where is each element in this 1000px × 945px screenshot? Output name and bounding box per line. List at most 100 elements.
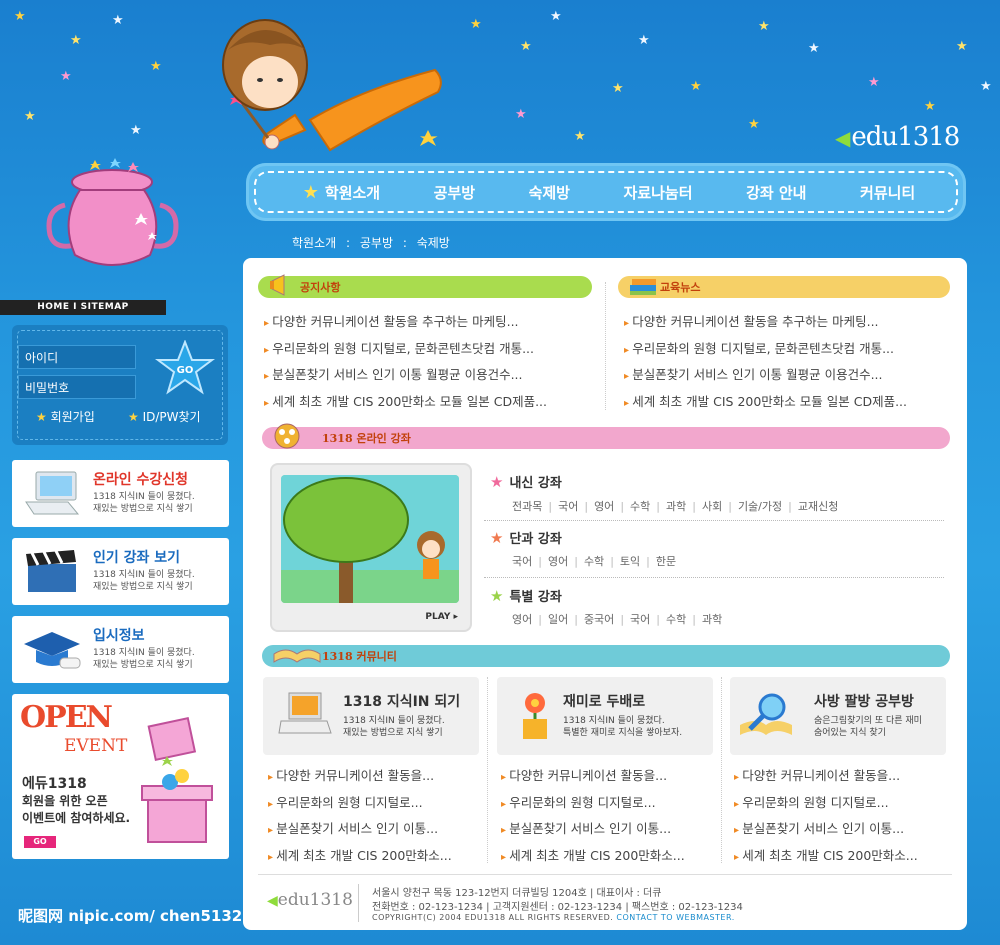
breadcrumb: 학원소개 : 공부방 : 숙제방 (292, 236, 450, 250)
course-category-title[interactable]: ★ 단과 강좌 (490, 528, 562, 547)
course-subject-link[interactable]: 한문 (656, 555, 676, 568)
list-item[interactable]: 분실폰찾기 서비스 인기 이통... (268, 817, 452, 844)
course-subject-link[interactable]: 과학 (702, 613, 722, 626)
list-item[interactable]: 우리문화의 원형 디지털로, 문화콘텐츠닷컴 개통... (624, 337, 907, 364)
site-logo[interactable]: ◀edu1318 (835, 122, 960, 152)
list-item[interactable]: 다양한 커뮤니케이션 활동을... (501, 764, 685, 791)
community-section-header[interactable]: 1318 커뮤니티 (262, 645, 950, 667)
list-item[interactable]: 세계 최초 개발 CIS 200만화소 모듈 일본 CD제품... (264, 390, 547, 417)
community-card[interactable]: 사방 팔방 공부방 숨은그림찾기의 또 다른 재미 숨어있는 지식 찾기 (730, 677, 946, 755)
main-navigation: ★ 학원소개 공부방 숙제방 자료나눔터 강좌 안내 커뮤니티 (246, 163, 966, 221)
open-event-banner[interactable]: OPEN EVENT 에듀1318 회원을 위한 오픈 이벤트에 참여하세요. … (12, 694, 229, 859)
course-subject-link[interactable]: 수학 (584, 555, 604, 568)
list-item[interactable]: 다양한 커뮤니케이션 활동을... (734, 764, 918, 791)
nav-item-homework[interactable]: 숙제방 (529, 182, 570, 203)
course-subject-link[interactable]: 영어 (512, 613, 532, 626)
flying-girl-illustration (222, 19, 442, 152)
magnifier-icon (740, 693, 792, 735)
id-field[interactable]: 아이디 (18, 345, 136, 369)
video-player[interactable]: PLAY ▸ (270, 463, 472, 632)
course-category-title[interactable]: ★ 특별 강좌 (490, 586, 562, 605)
list-item[interactable]: 우리문화의 원형 디지털로... (501, 791, 685, 818)
breadcrumb-item[interactable]: 공부방 (360, 236, 393, 250)
graduation-cap-icon (24, 632, 81, 669)
notice-section-header[interactable]: 공지사항 (258, 274, 592, 298)
course-subject-link[interactable]: 토익 (620, 555, 640, 568)
join-link[interactable]: ★ 회원가입 (36, 408, 95, 425)
list-item[interactable]: 분실폰찾기 서비스 인기 이통 월평균 이용건수... (264, 363, 547, 390)
news-list: 다양한 커뮤니케이션 활동을 추구하는 마케팅... 우리문화의 원형 디지털로… (624, 310, 907, 416)
nav-item-study-room[interactable]: 공부방 (434, 182, 475, 203)
news-section-header[interactable]: 교육뉴스 (618, 276, 950, 298)
separator: | (538, 555, 542, 568)
find-id-pw-link[interactable]: ★ ID/PW찾기 (128, 408, 201, 425)
go-login-button[interactable]: GO (155, 340, 215, 395)
community-card[interactable]: 재미로 두배로 1318 지식IN 들이 뭉쳤다. 특별한 재미로 지식을 쌓아보… (497, 677, 713, 755)
separator: | (646, 555, 650, 568)
list-item[interactable]: 분실폰찾기 서비스 인기 이통... (501, 817, 685, 844)
play-button[interactable]: PLAY ▸ (425, 612, 458, 622)
course-subject-link[interactable]: 과학 (666, 500, 686, 513)
course-subject-link[interactable]: 국어 (512, 555, 532, 568)
course-subject-link[interactable]: 국어 (558, 500, 578, 513)
footer-address: 서울시 양천구 목동 123-12번지 더큐빌딩 1204호 | 대표이사 : … (372, 888, 662, 899)
course-subject-link[interactable]: 기술/가정 (738, 500, 782, 513)
course-subject-link[interactable]: 국어 (630, 613, 650, 626)
list-item[interactable]: 세계 최초 개발 CIS 200만화소... (501, 844, 685, 871)
online-course-section-header[interactable]: 1318 온라인 강좌 (262, 423, 950, 449)
column-divider (721, 677, 722, 863)
community-list: 다양한 커뮤니케이션 활동을... 우리문화의 원형 디지털로... 분실폰찾기… (501, 764, 685, 870)
list-item[interactable]: 다양한 커뮤니케이션 활동을 추구하는 마케팅... (624, 310, 907, 337)
course-subject-link[interactable]: 중국어 (584, 613, 614, 626)
separator: | (692, 500, 696, 513)
popular-courses-card[interactable]: 인기 강좌 보기 1318 지식IN 들이 뭉쳤다. 재있는 방법으로 지식 쌓기 (12, 538, 229, 605)
list-item[interactable]: 분실폰찾기 서비스 인기 이통 월평균 이용건수... (624, 363, 907, 390)
course-subject-link[interactable]: 영어 (594, 500, 614, 513)
password-field[interactable]: 비밀번호 (18, 375, 136, 399)
notice-list: 다양한 커뮤니케이션 활동을 추구하는 마케팅... 우리문화의 원형 디지털로… (264, 310, 547, 416)
course-subject-link[interactable]: 수학 (630, 500, 650, 513)
nav-item-community[interactable]: 커뮤니티 (860, 182, 915, 203)
course-subject-link[interactable]: 교재신청 (798, 500, 838, 513)
list-item[interactable]: 다양한 커뮤니케이션 활동을 추구하는 마케팅... (264, 310, 547, 337)
list-item[interactable]: 분실폰찾기 서비스 인기 이통... (734, 817, 918, 844)
list-item[interactable]: 세계 최초 개발 CIS 200만화소 모듈 일본 CD제품... (624, 390, 907, 417)
course-subjects: 영어 | 일어 | 중국어 | 국어 | 수학 | 과학 (512, 611, 722, 627)
course-subject-link[interactable]: 일어 (548, 613, 568, 626)
separator: | (620, 500, 625, 513)
list-item[interactable]: 다양한 커뮤니케이션 활동을... (268, 764, 452, 791)
separator: | (728, 500, 732, 513)
books-icon (630, 279, 656, 295)
admission-info-card[interactable]: 입시정보 1318 지식IN 들이 뭉쳤다. 재있는 방법으로 지식 쌓기 (12, 616, 229, 683)
online-registration-card[interactable]: 온라인 수강신청 1318 지식IN 들이 뭉쳤다. 재있는 방법으로 지식 쌓기 (12, 460, 229, 527)
footer-contact-numbers: 전화번호 : 02-123-1234 | 고객지원센터 : 02-123-123… (372, 902, 743, 913)
nav-item-courses[interactable]: 강좌 안내 (746, 182, 806, 203)
breadcrumb-item[interactable]: 학원소개 (292, 236, 336, 250)
course-category-title[interactable]: ★ 내신 강좌 (490, 472, 562, 491)
separator: | (692, 613, 696, 626)
star-icon: ★ (490, 473, 504, 491)
nav-item-academy[interactable]: ★ 학원소개 (303, 182, 380, 203)
contact-webmaster-link[interactable]: CONTACT TO WEBMASTER. (616, 913, 734, 922)
column-divider (487, 677, 488, 863)
course-subject-link[interactable]: 영어 (548, 555, 568, 568)
course-subject-link[interactable]: 전과목 (512, 500, 542, 513)
list-item[interactable]: 우리문화의 원형 디지털로... (734, 791, 918, 818)
community-card[interactable]: 1318 지식IN 되기 1318 지식IN 들이 뭉쳤다. 재있는 방법으로 지… (263, 677, 479, 755)
course-subject-link[interactable]: 사회 (702, 500, 722, 513)
separator: | (538, 613, 542, 626)
breadcrumb-item[interactable]: 숙제방 (417, 236, 450, 250)
nav-item-resources[interactable]: 자료나눔터 (624, 182, 693, 203)
course-subject-link[interactable]: 수학 (666, 613, 686, 626)
list-item[interactable]: 우리문화의 원형 디지털로... (268, 791, 452, 818)
separator: | (574, 613, 578, 626)
list-item[interactable]: 세계 최초 개발 CIS 200만화소... (268, 844, 452, 871)
list-item[interactable]: 세계 최초 개발 CIS 200만화소... (734, 844, 918, 871)
separator: | (548, 500, 553, 513)
event-go-button[interactable]: GO (24, 836, 56, 848)
list-item[interactable]: 우리문화의 원형 디지털로, 문화콘텐츠닷컴 개통... (264, 337, 547, 364)
home-sitemap-bar[interactable]: HOME I SITEMAP (0, 300, 166, 315)
star-icon: ★ (490, 587, 504, 605)
laptop-icon (25, 471, 80, 515)
divider (484, 577, 944, 578)
